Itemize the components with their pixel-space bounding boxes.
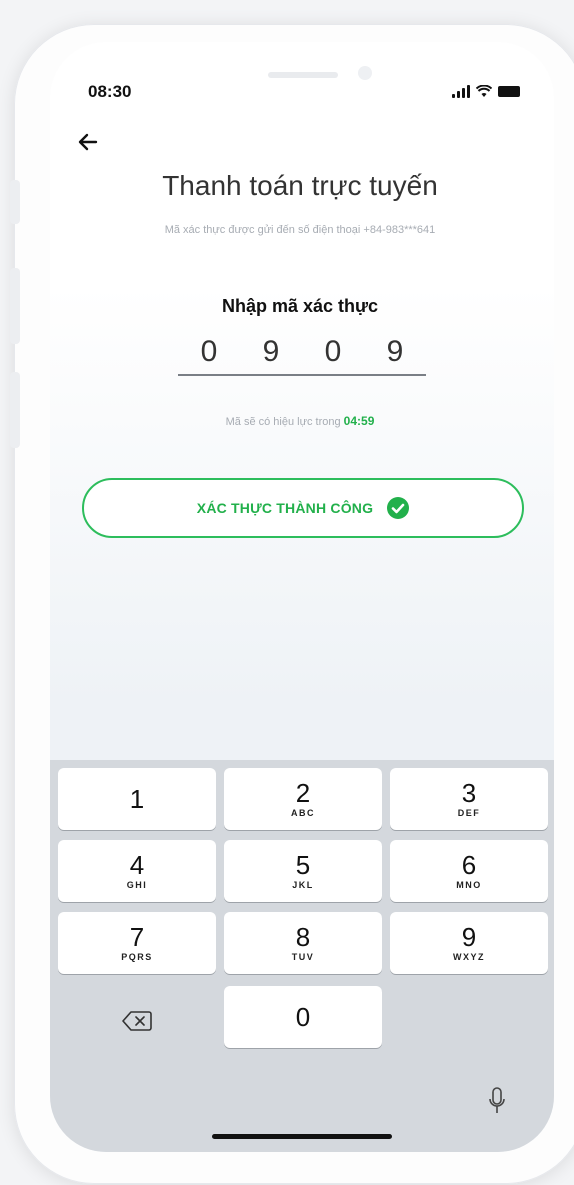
status-icons <box>452 82 520 100</box>
key-number: 1 <box>129 784 145 814</box>
key-number: 9 <box>461 922 477 952</box>
microphone-icon <box>489 1087 505 1113</box>
key-letters: DEF <box>457 808 481 818</box>
key-number: 3 <box>461 778 477 808</box>
home-indicator <box>212 1134 392 1139</box>
side-button <box>10 268 20 344</box>
countdown-timer: 04:59 <box>343 414 375 428</box>
otp-digit: 0 <box>200 335 218 368</box>
key-2[interactable]: 2 ABC <box>224 768 382 830</box>
otp-digit: 9 <box>262 335 280 368</box>
side-button <box>10 372 20 448</box>
otp-digit: 9 <box>386 335 404 368</box>
key-4[interactable]: 4 GHI <box>58 840 216 902</box>
key-letters: WXYZ <box>453 952 485 962</box>
key-number: 4 <box>129 850 145 880</box>
status-time: 08:30 <box>88 82 132 101</box>
key-number: 5 <box>295 850 311 880</box>
page-subtitle: Mã xác thực được gửi đến số điện thoại +… <box>164 224 436 236</box>
speaker-grille <box>268 72 338 78</box>
otp-input[interactable]: 0 9 0 9 <box>178 330 426 376</box>
key-6[interactable]: 6 MNO <box>390 840 548 902</box>
battery-icon <box>498 85 520 97</box>
key-1[interactable]: 1 <box>58 768 216 830</box>
key-letters: MNO <box>456 880 482 890</box>
microphone-key[interactable] <box>488 1086 506 1116</box>
key-5[interactable]: 5 JKL <box>224 840 382 902</box>
check-circle-icon <box>387 497 410 519</box>
verification-success-button[interactable]: XÁC THỰC THÀNH CÔNG <box>82 478 524 538</box>
key-letters: JKL <box>292 880 314 890</box>
cellular-signal-icon <box>452 84 470 98</box>
key-letters: ABC <box>291 808 315 818</box>
back-button[interactable] <box>76 130 100 160</box>
key-letters: TUV <box>291 952 315 962</box>
delete-key[interactable] <box>122 1010 152 1032</box>
side-button <box>10 180 20 224</box>
wifi-icon <box>476 84 492 97</box>
key-7[interactable]: 7 PQRS <box>58 912 216 974</box>
success-button-label: XÁC THỰC THÀNH CÔNG <box>196 500 374 516</box>
key-8[interactable]: 8 TUV <box>224 912 382 974</box>
front-camera <box>358 66 372 80</box>
key-9[interactable]: 9 WXYZ <box>390 912 548 974</box>
key-number: 0 <box>295 1002 311 1032</box>
page-title: Thanh toán trực tuyến <box>162 170 438 201</box>
validity-text: Mã sẽ có hiệu lực trong 04:59 <box>60 414 540 428</box>
otp-label: Nhập mã xác thực <box>221 296 379 316</box>
otp-digit: 0 <box>324 335 342 368</box>
key-number: 8 <box>295 922 311 952</box>
validity-label: Mã sẽ có hiệu lực trong <box>225 416 341 428</box>
backspace-icon <box>122 1011 152 1031</box>
key-number: 7 <box>129 922 145 952</box>
key-0[interactable]: 0 <box>224 986 382 1048</box>
key-3[interactable]: 3 DEF <box>390 768 548 830</box>
key-number: 6 <box>461 850 477 880</box>
key-letters: PQRS <box>121 952 153 962</box>
key-letters: GHI <box>126 880 148 890</box>
key-number: 2 <box>295 778 311 808</box>
arrow-left-icon <box>78 133 98 151</box>
